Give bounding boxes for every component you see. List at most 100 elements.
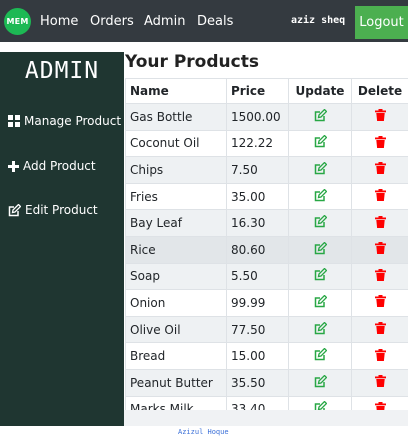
edit-icon[interactable]	[314, 161, 327, 178]
footer-credit: Azizul Hoque	[178, 428, 229, 436]
grid-icon	[8, 115, 20, 127]
trash-icon[interactable]	[374, 375, 386, 390]
update-cell	[288, 289, 352, 317]
trash-icon[interactable]	[374, 215, 386, 231]
delete-cell	[351, 235, 408, 264]
trash-icon[interactable]	[374, 348, 386, 364]
product-price: 15.00	[226, 342, 289, 370]
user-name: aziz sheq	[291, 15, 346, 26]
trash-icon[interactable]	[374, 322, 386, 337]
sidebar-item-label: Add Product	[23, 159, 96, 173]
product-price: 77.50	[226, 315, 289, 344]
trash-icon[interactable]	[374, 268, 386, 284]
trash-icon[interactable]	[374, 242, 386, 257]
product-price: 1500.00	[226, 103, 289, 131]
table-row: Soap 5.50	[125, 262, 408, 291]
delete-cell	[351, 182, 408, 211]
update-cell	[288, 342, 352, 370]
delete-cell	[351, 342, 408, 370]
table-header-row: Name Price Update Delete	[125, 78, 408, 104]
product-name: Bread	[125, 342, 227, 370]
logout-button[interactable]: Logout	[355, 6, 408, 39]
product-price: 16.30	[226, 209, 289, 237]
update-cell	[288, 156, 352, 184]
content-footer-strip	[124, 410, 408, 426]
brand-logo[interactable]: MEM	[4, 8, 31, 35]
delete-cell	[351, 156, 408, 184]
edit-icon	[8, 203, 21, 216]
product-name: Bay Leaf	[125, 209, 227, 237]
page-title: Your Products	[125, 52, 259, 72]
trash-icon[interactable]	[374, 189, 386, 204]
nav-admin-link[interactable]: Admin	[144, 14, 185, 30]
sidebar-item-edit-product[interactable]: Edit Product	[8, 202, 98, 218]
product-name: Fries	[125, 182, 227, 211]
table-row: Fries 35.00	[125, 182, 408, 211]
edit-icon[interactable]	[314, 321, 327, 338]
edit-icon[interactable]	[314, 108, 327, 125]
product-name: Gas Bottle	[125, 103, 227, 131]
product-price: 80.60	[226, 235, 289, 264]
table-row: Rice 80.60	[125, 235, 408, 264]
edit-icon[interactable]	[314, 294, 327, 311]
trash-icon[interactable]	[374, 135, 386, 151]
delete-cell	[351, 129, 408, 158]
nav-deals-link[interactable]: Deals	[197, 14, 233, 30]
delete-cell	[351, 103, 408, 131]
product-name: Soap	[125, 262, 227, 291]
edit-icon[interactable]	[314, 134, 327, 151]
table-row: Olive Oil 77.50	[125, 315, 408, 344]
product-price: 35.00	[226, 182, 289, 211]
products-table: Name Price Update Delete Gas Bottle 1500.…	[125, 78, 408, 424]
delete-cell	[351, 368, 408, 397]
edit-icon[interactable]	[314, 374, 327, 391]
plus-icon	[8, 160, 19, 172]
column-header-price: Price	[226, 78, 289, 104]
edit-icon[interactable]	[314, 347, 327, 364]
update-cell	[288, 129, 352, 158]
update-cell	[288, 103, 352, 131]
product-name: Peanut Butter	[125, 368, 227, 397]
update-cell	[288, 209, 352, 237]
edit-icon[interactable]	[314, 267, 327, 284]
sidebar-item-label: Manage Product	[24, 114, 122, 128]
column-header-update: Update	[288, 78, 352, 104]
sidebar-item-label: Edit Product	[25, 203, 98, 217]
admin-sidebar: ADMIN Manage Product Add Product Edit Pr…	[0, 52, 124, 426]
product-name: Chips	[125, 156, 227, 184]
edit-icon[interactable]	[314, 188, 327, 205]
column-header-delete: Delete	[351, 78, 408, 104]
product-name: Coconut Oil	[125, 129, 227, 158]
trash-icon[interactable]	[374, 295, 386, 310]
product-price: 122.22	[226, 129, 289, 158]
table-row: Bay Leaf 16.30	[125, 209, 408, 237]
product-price: 7.50	[226, 156, 289, 184]
nav-home-link[interactable]: Home	[40, 14, 78, 30]
sidebar-item-manage-product[interactable]: Manage Product	[8, 113, 121, 129]
update-cell	[288, 182, 352, 211]
product-name: Olive Oil	[125, 315, 227, 344]
edit-icon[interactable]	[314, 241, 327, 258]
sidebar-item-add-product[interactable]: Add Product	[8, 158, 96, 174]
update-cell	[288, 262, 352, 291]
delete-cell	[351, 289, 408, 317]
update-cell	[288, 315, 352, 344]
product-name: Onion	[125, 289, 227, 317]
trash-icon[interactable]	[374, 109, 386, 124]
update-cell	[288, 368, 352, 397]
delete-cell	[351, 262, 408, 291]
table-row: Coconut Oil 122.22	[125, 129, 408, 158]
trash-icon[interactable]	[374, 162, 386, 177]
table-row: Gas Bottle 1500.00	[125, 103, 408, 131]
column-header-name: Name	[125, 78, 227, 104]
product-price: 35.50	[226, 368, 289, 397]
delete-cell	[351, 209, 408, 237]
delete-cell	[351, 315, 408, 344]
edit-icon[interactable]	[314, 214, 327, 231]
product-price: 5.50	[226, 262, 289, 291]
sidebar-title: ADMIN	[24, 58, 100, 84]
product-name: Rice	[125, 235, 227, 264]
table-row: Onion 99.99	[125, 289, 408, 317]
nav-orders-link[interactable]: Orders	[90, 14, 134, 30]
table-row: Chips 7.50	[125, 156, 408, 184]
